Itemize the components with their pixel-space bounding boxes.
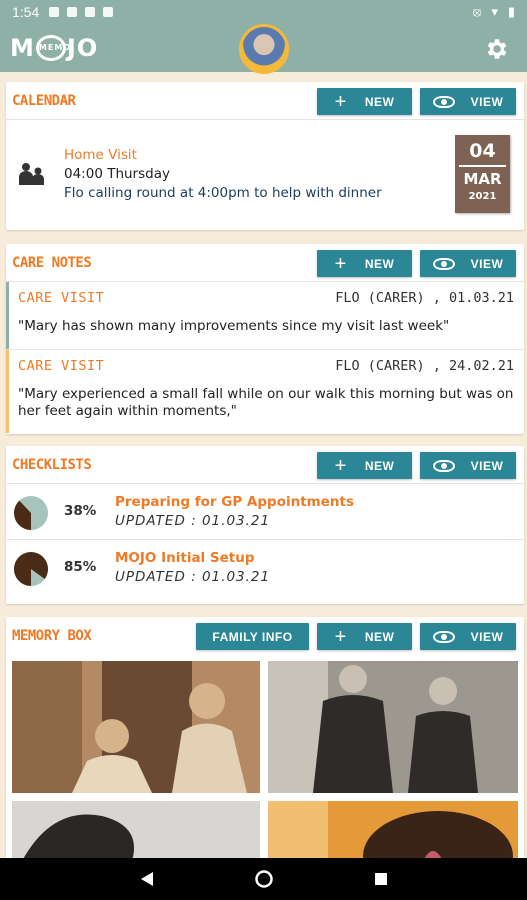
note-meta: FLO (CARER) , 24.02.21 (335, 358, 514, 374)
eye-icon (432, 257, 455, 270)
checklists-card: CHECKLISTS + NEW VIEW 38% Preparing for G… (6, 446, 524, 604)
user-avatar[interactable] (239, 24, 289, 74)
mojo-logo: M MEMO JO (10, 34, 99, 62)
checklist-percent: 38% (64, 503, 97, 519)
checklist-title: MOJO Initial Setup (115, 550, 255, 566)
eye-icon (432, 630, 455, 643)
note-type: CARE VISIT (18, 290, 105, 306)
eye-icon (432, 459, 455, 472)
event-type: Home Visit (64, 147, 137, 163)
checklist-item[interactable]: 38% Preparing for GP Appointments UPDATE… (6, 484, 524, 540)
care-note-item[interactable]: CARE VISIT FLO (CARER) , 24.02.21 "Mary … (6, 350, 524, 433)
care-notes-title: CARE NOTES (12, 254, 92, 271)
status-bar: 1:54 ⦻ ▾ ▮ (0, 0, 527, 24)
notification-icon (85, 7, 96, 17)
event-month: MAR (459, 165, 506, 188)
plus-icon: + (334, 90, 347, 113)
calendar-card: CALENDAR + NEW VIEW Home Visit 04:00 Thur… (6, 82, 524, 230)
note-text: "Mary has shown many improvements since … (18, 318, 450, 334)
checklist-updated: UPDATED : 01.03.21 (115, 513, 271, 529)
care-notes-card: CARE NOTES + NEW VIEW CARE VISIT FLO (CAR… (6, 244, 524, 434)
back-icon[interactable] (140, 871, 154, 887)
progress-pie (13, 496, 48, 530)
wifi-icon: ▾ (491, 4, 498, 20)
calendar-view-button[interactable]: VIEW (420, 88, 516, 115)
care-note-item[interactable]: CARE VISIT FLO (CARER) , 01.03.21 "Mary … (6, 282, 524, 350)
plus-icon: + (334, 625, 347, 648)
calendar-event[interactable]: Home Visit 04:00 Thursday Flo calling ro… (6, 120, 524, 230)
memory-photo[interactable] (12, 801, 260, 861)
eye-icon (432, 95, 455, 108)
battery-icon: ▮ (507, 4, 515, 20)
memory-photo[interactable] (12, 661, 260, 793)
event-time: 04:00 Thursday (64, 166, 170, 182)
notification-icon (49, 7, 60, 17)
app-bar: M MEMO JO (0, 24, 527, 74)
event-day: 04 (469, 140, 496, 162)
memory-photo[interactable] (268, 801, 518, 861)
note-text: "Mary experienced a small fall while on … (18, 386, 514, 419)
checklist-percent: 85% (64, 559, 97, 575)
memory-photo[interactable] (268, 661, 518, 793)
checklist-updated: UPDATED : 01.03.21 (115, 569, 271, 585)
memory-new-button[interactable]: + NEW (317, 623, 412, 650)
checklist-title: Preparing for GP Appointments (115, 494, 354, 510)
care-notes-view-button[interactable]: VIEW (420, 250, 516, 277)
plus-icon: + (334, 454, 347, 477)
event-year: 2021 (468, 191, 497, 202)
checklists-title: CHECKLISTS (12, 456, 92, 473)
status-time: 1:54 (12, 4, 40, 20)
progress-pie (13, 552, 48, 586)
family-info-button[interactable]: FAMILY INFO (196, 623, 309, 650)
home-icon[interactable] (254, 869, 274, 889)
memory-box-card: MEMORY BOX FAMILY INFO + NEW VIEW (6, 617, 524, 877)
checklists-new-button[interactable]: + NEW (317, 452, 412, 479)
memory-box-title: MEMORY BOX (12, 628, 92, 644)
note-type: CARE VISIT (18, 358, 105, 374)
checklists-view-button[interactable]: VIEW (420, 452, 516, 479)
event-date-badge: 04 MAR 2021 (455, 135, 510, 213)
calendar-title: CALENDAR (12, 92, 76, 109)
calendar-new-button[interactable]: + NEW (317, 88, 412, 115)
plus-icon: + (334, 252, 347, 275)
gear-icon[interactable] (483, 36, 509, 62)
notification-icon (67, 7, 78, 17)
people-icon (19, 163, 44, 185)
memory-view-button[interactable]: VIEW (420, 623, 516, 650)
recents-icon[interactable] (374, 872, 388, 886)
notification-icon (103, 7, 114, 17)
vibrate-icon: ⦻ (472, 4, 482, 20)
system-nav-bar (0, 858, 527, 900)
event-description: Flo calling round at 4:00pm to help with… (64, 185, 382, 201)
checklist-item[interactable]: 85% MOJO Initial Setup UPDATED : 01.03.2… (6, 540, 524, 596)
care-notes-new-button[interactable]: + NEW (317, 250, 412, 277)
note-meta: FLO (CARER) , 01.03.21 (335, 290, 514, 306)
